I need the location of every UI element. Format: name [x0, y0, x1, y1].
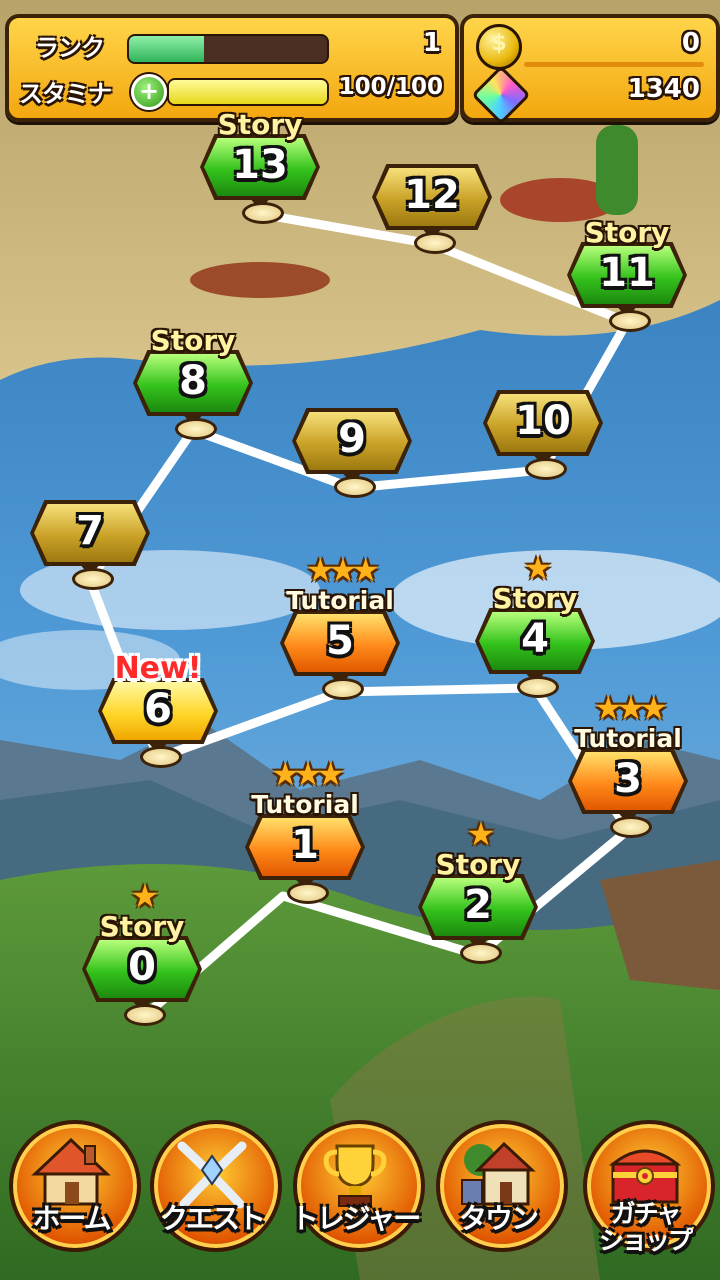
stage-node-8[interactable]: Story 8 — [133, 270, 253, 440]
stage-tag: Story — [435, 848, 521, 881]
stage-pedestal — [610, 816, 652, 838]
nav-treasure-button[interactable]: トレジャー — [288, 1120, 425, 1260]
star-icon: ★★★ — [305, 551, 380, 589]
stage-tag: Story — [217, 108, 303, 141]
stage-pedestal — [242, 202, 284, 224]
rank-label: ランク — [35, 34, 105, 62]
stage-number: 5 — [326, 618, 354, 664]
coin-divider — [524, 62, 704, 67]
nav-treasure-label: トレジャー — [290, 1202, 422, 1235]
nav-gacha-shop-label: ガチャ ショップ — [572, 1200, 718, 1254]
stage-tag: Tutorial — [574, 724, 682, 753]
stage-pedestal — [140, 746, 182, 768]
plus-icon: + — [138, 77, 160, 105]
stage-node-11[interactable]: Story 11 — [567, 162, 687, 332]
stage-number: 0 — [128, 944, 156, 990]
nav-gacha-line1: ガチャ — [610, 1199, 682, 1228]
nav-quest-button[interactable]: クエスト — [145, 1120, 282, 1260]
stage-number: 4 — [521, 616, 549, 662]
stage-node-1[interactable]: ★★★ Tutorial 1 — [245, 734, 365, 904]
stage-node-6[interactable]: New! 6 — [98, 598, 218, 768]
stage-tag: Tutorial — [251, 790, 359, 819]
coin-icon — [476, 24, 522, 70]
stage-tag: Story — [99, 910, 185, 943]
stage-tag: Tutorial — [286, 586, 394, 615]
stage-pedestal — [322, 678, 364, 700]
stage-map-screen: ランク 1 スタミナ + 100/100 0 1340 ★ Story 0 ★★… — [0, 0, 720, 1280]
stage-pedestal — [460, 942, 502, 964]
gem-count: 1340 — [627, 74, 700, 104]
stage-node-4[interactable]: ★ Story 4 — [475, 528, 595, 698]
stage-node-13[interactable]: Story 13 — [200, 54, 320, 224]
stage-pedestal — [287, 882, 329, 904]
star-icon: ★ — [130, 877, 160, 915]
stage-pedestal — [609, 310, 651, 332]
stage-node-7[interactable]: 7 — [30, 420, 150, 590]
stage-number: 11 — [599, 250, 655, 296]
stage-node-5[interactable]: ★★★ Tutorial 5 — [280, 530, 400, 700]
stage-tag: Story — [584, 216, 670, 249]
rank-value: 1 — [422, 28, 441, 58]
stage-node-10[interactable]: 10 — [483, 310, 603, 480]
stage-pedestal — [517, 676, 559, 698]
stage-number: 7 — [76, 508, 104, 554]
stage-number: 10 — [515, 398, 571, 444]
currency-panel: 0 1340 — [460, 14, 720, 125]
stage-number: 9 — [338, 416, 366, 462]
new-badge: New! — [114, 651, 202, 686]
nav-home-label: ホーム — [32, 1202, 111, 1235]
stage-node-9[interactable]: 9 — [292, 328, 412, 498]
stage-number: 12 — [404, 172, 460, 218]
stage-number: 2 — [464, 882, 492, 928]
nav-town-label: タウン — [458, 1202, 539, 1235]
nav-home-button[interactable]: ホーム — [4, 1120, 141, 1260]
nav-gacha-shop-button[interactable]: ガチャ ショップ — [578, 1120, 715, 1260]
stage-node-0[interactable]: ★ Story 0 — [82, 856, 202, 1026]
rank-progress-fill — [129, 36, 205, 62]
star-icon: ★ — [466, 815, 496, 853]
stage-pedestal — [525, 458, 567, 480]
stage-pedestal — [414, 232, 456, 254]
stage-pedestal — [334, 476, 376, 498]
star-icon: ★★★ — [270, 755, 345, 793]
stage-number: 3 — [614, 756, 642, 802]
stage-pedestal — [72, 568, 114, 590]
nav-quest-label: クエスト — [159, 1202, 266, 1235]
stage-number: 6 — [144, 686, 172, 732]
coin-count: 0 — [681, 28, 700, 58]
stage-tag: Story — [492, 582, 578, 615]
stage-number: 13 — [232, 142, 288, 188]
stamina-label: スタミナ — [19, 80, 112, 108]
stage-number: 8 — [179, 358, 207, 404]
stage-pedestal — [175, 418, 217, 440]
nav-town-button[interactable]: タウン — [431, 1120, 568, 1260]
stage-number: 1 — [291, 822, 319, 868]
nav-gacha-line2: ショップ — [598, 1226, 693, 1255]
stamina-plus-button[interactable]: + — [131, 74, 167, 110]
stage-pedestal — [124, 1004, 166, 1026]
stage-node-2[interactable]: ★ Story 2 — [418, 794, 538, 964]
star-icon: ★ — [523, 549, 553, 587]
stage-tag: Story — [150, 324, 236, 357]
stage-node-12[interactable]: 12 — [372, 84, 492, 254]
